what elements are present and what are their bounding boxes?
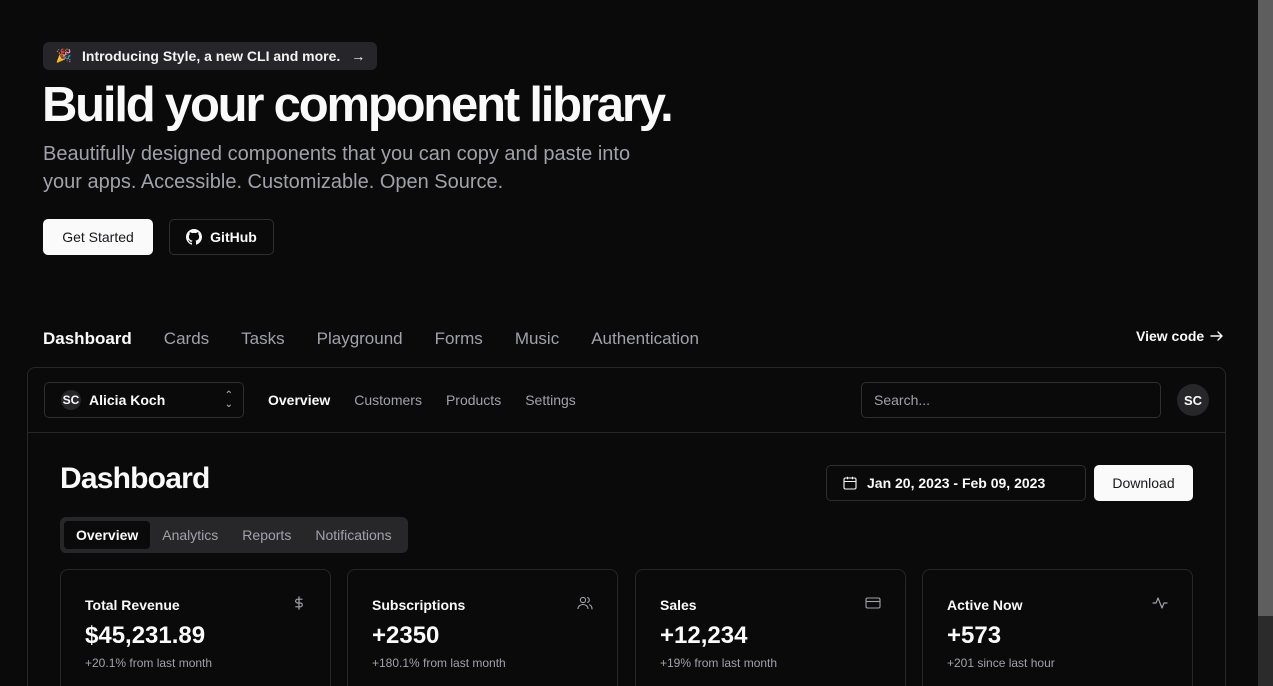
card-note: +20.1% from last month xyxy=(85,656,213,670)
dashboard-tabs: Overview Analytics Reports Notifications xyxy=(60,517,408,553)
hero-title: Build your component library. xyxy=(42,78,674,132)
arrow-right-icon xyxy=(1210,331,1223,341)
tab-notifications[interactable]: Notifications xyxy=(303,521,403,549)
example-tab-playground[interactable]: Playground xyxy=(317,329,403,349)
search-input[interactable] xyxy=(861,382,1161,418)
arrow-right-icon: → xyxy=(351,48,366,64)
users-icon xyxy=(577,596,593,615)
dashboard-preview: SC Alicia Koch ⌃ ⌄ Overview Customers Pro… xyxy=(27,367,1226,686)
view-code-link[interactable]: View code xyxy=(1136,328,1224,344)
nav-overview[interactable]: Overview xyxy=(268,392,330,408)
announcement-pill[interactable]: 🎉 Introducing Style, a new CLI and more.… xyxy=(43,42,378,70)
team-switcher[interactable]: SC Alicia Koch ⌃ ⌄ xyxy=(44,382,244,418)
activity-icon xyxy=(1152,596,1168,615)
tab-overview[interactable]: Overview xyxy=(64,521,151,549)
card-title: Sales xyxy=(660,597,697,613)
user-avatar[interactable]: SC xyxy=(1177,384,1209,416)
examples-nav: Dashboard Cards Tasks Playground Forms M… xyxy=(43,329,699,349)
dashboard-title: Dashboard xyxy=(60,462,210,495)
view-code-label: View code xyxy=(1136,328,1205,344)
party-popper-icon: 🎉 xyxy=(55,48,73,63)
page-scrollbar[interactable] xyxy=(1258,0,1273,686)
nav-settings[interactable]: Settings xyxy=(525,392,576,408)
example-tab-cards[interactable]: Cards xyxy=(164,329,209,349)
chevrons-up-down-icon: ⌃ ⌄ xyxy=(224,390,233,410)
example-tab-dashboard[interactable]: Dashboard xyxy=(43,329,132,349)
card-title: Total Revenue xyxy=(85,597,180,613)
dashboard-topbar: SC Alicia Koch ⌃ ⌄ Overview Customers Pro… xyxy=(28,368,1225,433)
card-title: Subscriptions xyxy=(372,597,466,613)
tab-reports[interactable]: Reports xyxy=(230,521,303,549)
stat-card-active-now: Active Now +573 +201 since last hour xyxy=(922,569,1193,686)
team-name: Alicia Koch xyxy=(89,392,166,408)
github-icon xyxy=(186,229,203,245)
card-value: $45,231.89 xyxy=(85,622,206,649)
nav-products[interactable]: Products xyxy=(446,392,501,408)
example-tab-forms[interactable]: Forms xyxy=(435,329,483,349)
calendar-icon xyxy=(843,476,857,490)
card-title: Active Now xyxy=(947,597,1023,613)
stat-card-total-revenue: Total Revenue $45,231.89 +20.1% from las… xyxy=(60,569,331,686)
stat-card-sales: Sales +12,234 +19% from last month xyxy=(635,569,906,686)
card-value: +12,234 xyxy=(660,622,748,649)
stat-card-subscriptions: Subscriptions +2350 +180.1% from last mo… xyxy=(347,569,618,686)
card-note: +19% from last month xyxy=(660,656,778,670)
credit-card-icon xyxy=(865,596,881,615)
nav-customers[interactable]: Customers xyxy=(354,392,422,408)
example-tab-music[interactable]: Music xyxy=(515,329,559,349)
hero-subtitle: Beautifully designed components that you… xyxy=(43,143,631,193)
example-tab-authentication[interactable]: Authentication xyxy=(591,329,699,349)
dollar-icon xyxy=(292,596,306,615)
github-label: GitHub xyxy=(210,229,257,245)
main-nav: Overview Customers Products Settings xyxy=(268,392,576,408)
download-button[interactable]: Download xyxy=(1094,465,1193,501)
announcement-text: Introducing Style, a new CLI and more. xyxy=(82,48,341,64)
page: 🎉 Introducing Style, a new CLI and more.… xyxy=(0,0,1273,686)
get-started-button[interactable]: Get Started xyxy=(43,219,153,255)
card-note: +180.1% from last month xyxy=(372,656,506,670)
card-note: +201 since last hour xyxy=(947,656,1055,670)
card-value: +2350 xyxy=(372,622,440,649)
example-tab-tasks[interactable]: Tasks xyxy=(241,329,284,349)
tab-analytics[interactable]: Analytics xyxy=(150,521,230,549)
date-range-label: Jan 20, 2023 - Feb 09, 2023 xyxy=(867,475,1046,491)
date-range-picker[interactable]: Jan 20, 2023 - Feb 09, 2023 xyxy=(826,465,1086,501)
scrollbar-thumb[interactable] xyxy=(1258,0,1273,616)
team-avatar: SC xyxy=(61,390,81,410)
card-value: +573 xyxy=(947,622,1002,649)
github-button[interactable]: GitHub xyxy=(169,219,274,255)
